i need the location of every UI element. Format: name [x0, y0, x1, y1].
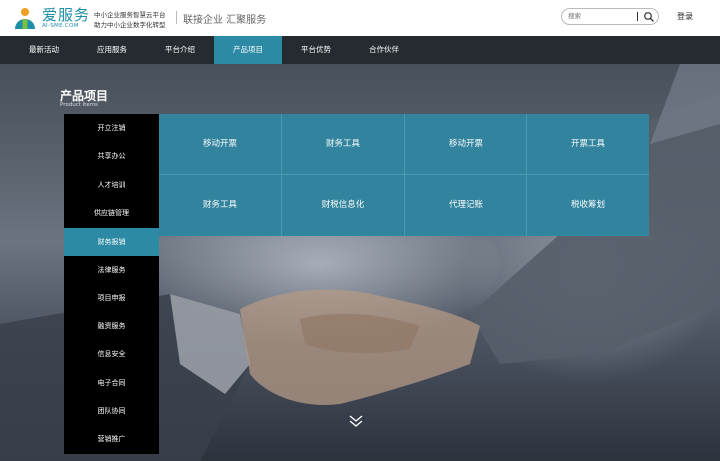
- logo-icon[interactable]: [13, 6, 37, 30]
- grid-divider: [404, 114, 405, 236]
- product-card[interactable]: 税收筹划: [527, 175, 649, 235]
- nav-item-advantages[interactable]: 平台优势: [282, 36, 350, 64]
- nav-item-latest-events[interactable]: 最新活动: [10, 36, 78, 64]
- category-item-shared-office[interactable]: 共享办公: [64, 142, 159, 170]
- product-card[interactable]: 代理记账: [405, 175, 527, 235]
- category-item-registration[interactable]: 开立注销: [64, 114, 159, 142]
- brand-slogan: 联接企业 汇聚服务: [183, 15, 267, 26]
- grid-divider: [526, 114, 527, 236]
- double-chevron-down-icon[interactable]: [348, 414, 364, 428]
- search-icon[interactable]: [643, 11, 655, 23]
- header-divider: [176, 11, 177, 24]
- product-card[interactable]: 移动开票: [159, 114, 281, 174]
- site-header: 爱服务 AI-SME.COM 中小企业服务智慧云平台 助力中小企业数字化转型 联…: [0, 0, 720, 36]
- category-item-legal[interactable]: 法律服务: [64, 256, 159, 284]
- category-item-finance[interactable]: 财务报销: [64, 228, 159, 256]
- category-item-project-application[interactable]: 项目申报: [64, 284, 159, 312]
- grid-divider: [281, 114, 282, 236]
- category-item-team-collab[interactable]: 团队协同: [64, 397, 159, 425]
- nav-item-partners[interactable]: 合作伙伴: [350, 36, 418, 64]
- product-card[interactable]: 移动开票: [405, 114, 527, 174]
- category-item-training[interactable]: 人才培训: [64, 171, 159, 199]
- product-card[interactable]: 财务工具: [159, 175, 281, 235]
- category-item-supply-chain[interactable]: 供应链管理: [64, 199, 159, 227]
- nav-item-products[interactable]: 产品项目: [214, 36, 282, 64]
- nav-item-app-services[interactable]: 应用服务: [78, 36, 146, 64]
- brand-tagline-2: 助力中小企业数字化转型: [94, 21, 166, 29]
- category-item-e-contract[interactable]: 电子合同: [64, 369, 159, 397]
- section-subtitle: Product items: [60, 102, 98, 108]
- main-nav: 最新活动 应用服务 平台介绍 产品项目 平台优势 合作伙伴: [0, 36, 720, 64]
- product-grid: 移动开票 财务工具 移动开票 开票工具 财务工具 财税信息化 代理记账 税收筹划: [159, 114, 649, 236]
- brand-name[interactable]: 爱服务: [42, 7, 90, 23]
- category-item-marketing[interactable]: 营销推广: [64, 425, 159, 453]
- search-input[interactable]: [568, 11, 632, 22]
- brand-domain: AI-SME.COM: [42, 23, 79, 29]
- product-card[interactable]: 开票工具: [527, 114, 649, 174]
- product-card[interactable]: 财税信息化: [282, 175, 404, 235]
- category-menu: 开立注销 共享办公 人才培训 供应链管理 财务报销 法律服务 项目申报 融资服务…: [64, 114, 159, 454]
- category-item-info-security[interactable]: 信息安全: [64, 340, 159, 368]
- search-box[interactable]: [561, 8, 659, 25]
- login-link[interactable]: 登录: [677, 11, 693, 22]
- brand-tagline-1: 中小企业服务智慧云平台: [94, 11, 166, 19]
- grid-divider: [159, 174, 649, 175]
- nav-item-platform-intro[interactable]: 平台介绍: [146, 36, 214, 64]
- category-item-financing[interactable]: 融资服务: [64, 312, 159, 340]
- search-separator: [637, 12, 638, 21]
- product-card[interactable]: 财务工具: [282, 114, 404, 174]
